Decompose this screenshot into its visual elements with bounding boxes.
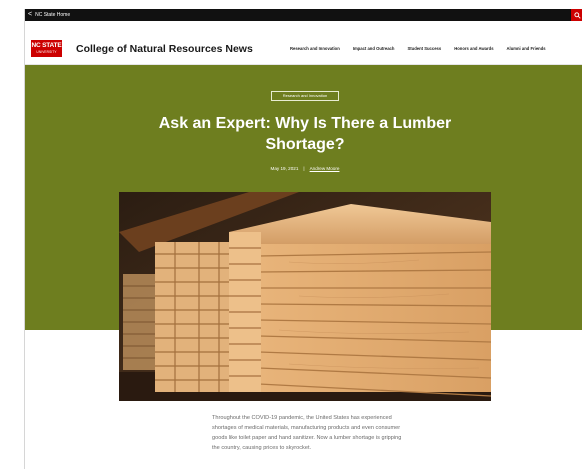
search-icon	[573, 11, 581, 19]
main-nav: Research and Innovation Impact and Outre…	[290, 46, 559, 51]
browser-page: < NC State Home NC STATE UNIVERSITY Coll…	[24, 9, 582, 469]
site-header: NC STATE UNIVERSITY College of Natural R…	[25, 21, 582, 65]
site-title[interactable]: College of Natural Resources News	[76, 43, 253, 55]
top-utility-bar: < NC State Home	[25, 9, 582, 21]
lumber-photo	[119, 192, 491, 401]
author-link[interactable]: Andrew Moore	[310, 166, 340, 171]
article-intro-paragraph: Throughout the COVID-19 pandemic, the Un…	[212, 415, 402, 451]
nav-item-impact[interactable]: Impact and Outreach	[353, 46, 395, 51]
nav-item-research[interactable]: Research and Innovation	[290, 46, 340, 51]
nav-item-alumni[interactable]: Alumni and Friends	[507, 46, 546, 51]
back-arrow-icon[interactable]: <	[28, 9, 32, 21]
article-date: May 19, 2021	[270, 166, 299, 171]
lumber-stack-image	[119, 192, 491, 401]
byline-separator: |	[303, 166, 305, 171]
logo-subtitle: UNIVERSITY	[36, 50, 57, 54]
article-byline: May 19, 2021 | Andrew Moore	[225, 166, 385, 171]
nc-state-logo[interactable]: NC STATE UNIVERSITY	[31, 40, 62, 57]
nav-item-honors[interactable]: Honors and Awards	[454, 46, 493, 51]
nc-state-home-link[interactable]: NC State Home	[35, 12, 70, 18]
category-tag[interactable]: Research and Innovation	[271, 91, 339, 101]
search-button[interactable]	[571, 9, 582, 21]
logo-wordmark: NC STATE	[31, 42, 62, 49]
article-headline: Ask an Expert: Why Is There a Lumber Sho…	[158, 115, 452, 153]
nav-item-student-success[interactable]: Student Success	[407, 46, 441, 51]
